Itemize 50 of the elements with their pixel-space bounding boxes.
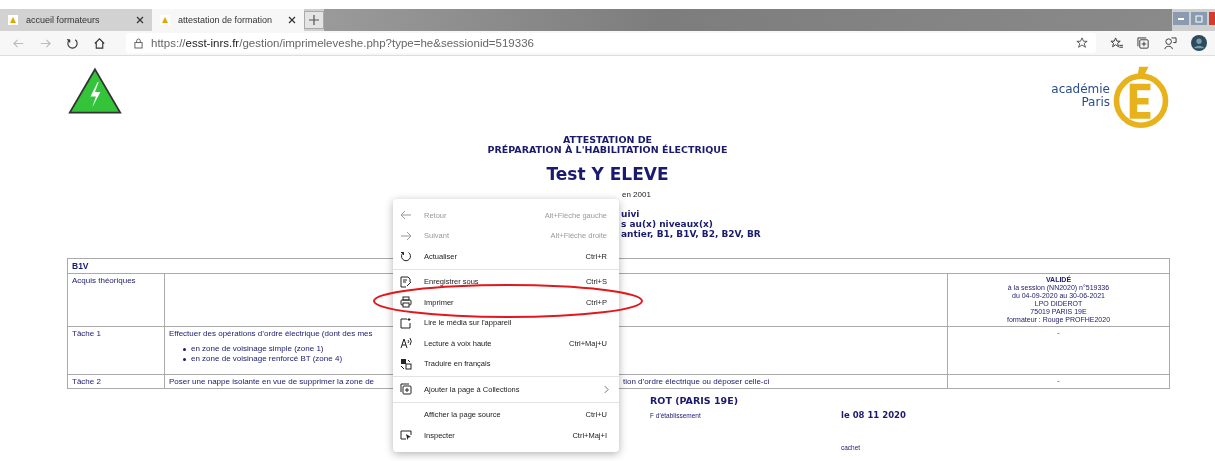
cast-icon [400,316,412,329]
list-item: en zone de voisinage renforcé BT (zone 4) [191,354,343,364]
electrical-hazard-icon [68,66,122,116]
minimize-icon [1178,17,1184,20]
forward-arrow-icon [400,229,412,242]
training-info-text: s au(x) niveaux(x) [621,219,713,229]
birth-text: en 2001 [622,190,651,199]
save-icon [400,275,412,288]
minimize-button[interactable] [1173,12,1189,25]
table-cell: Acquis théoriques [67,273,165,327]
plus-icon [309,15,319,25]
bullet-icon [183,357,186,361]
close-icon[interactable] [288,16,296,24]
new-tab-button[interactable] [304,11,324,29]
favorites-icon[interactable] [1110,36,1123,50]
task-description: Effectuer des opérations d’ordre électrique (dont des mes [169,329,374,338]
home-icon[interactable] [93,36,106,50]
collections-icon[interactable] [1137,36,1150,50]
site-favicon-icon [8,15,18,25]
lock-icon [134,37,143,49]
table-cell: Tâche 2 [67,374,165,389]
training-info-text: uivi [621,209,640,219]
translate-icon [400,357,412,370]
training-info-text: antier, B1, B1V, B2, B2V, BR [621,229,761,239]
bullet-icon [183,347,186,351]
inspect-icon [400,429,412,442]
refresh-icon[interactable] [66,36,79,50]
refresh-icon [400,250,412,263]
read-aloud-icon [400,337,412,350]
site-favicon-icon [160,15,170,25]
restore-icon [1194,13,1204,24]
date-text: le 08 11 2020 [841,410,906,420]
profile-avatar[interactable] [1191,35,1207,51]
printer-icon [400,296,412,309]
address-bar[interactable]: https://esst-inrs.fr/gestion/imprimeleveshe.php?type=he&sessionid=519336 [126,33,1096,53]
back-arrow-icon [400,209,412,222]
browser-tab[interactable]: attestation de formation [152,9,304,31]
collections-icon [400,383,412,396]
task-description: Poser une nappe isolante en vue de supprimer la zone de [169,377,376,386]
feedback-icon[interactable] [1164,36,1177,50]
document-title: ATTESTATION DE PRÉPARATION À L'HABILITATION ÉLECTRIQUE [486,135,729,155]
star-icon[interactable] [1076,37,1088,49]
student-name: Test Y ELEVE [546,164,669,184]
chevron-right-icon [604,384,609,394]
task-description: tion d’ordre électrique ou déposer celle-ci [623,377,770,386]
close-icon[interactable] [136,16,144,24]
table-cell: Tâche 1 [67,326,165,375]
list-item: en zone de voisinage simple (zone 1) [191,344,324,354]
school-name: ROT (PARIS 19E) [650,395,738,406]
academie-logo: académie Paris [1051,63,1170,129]
